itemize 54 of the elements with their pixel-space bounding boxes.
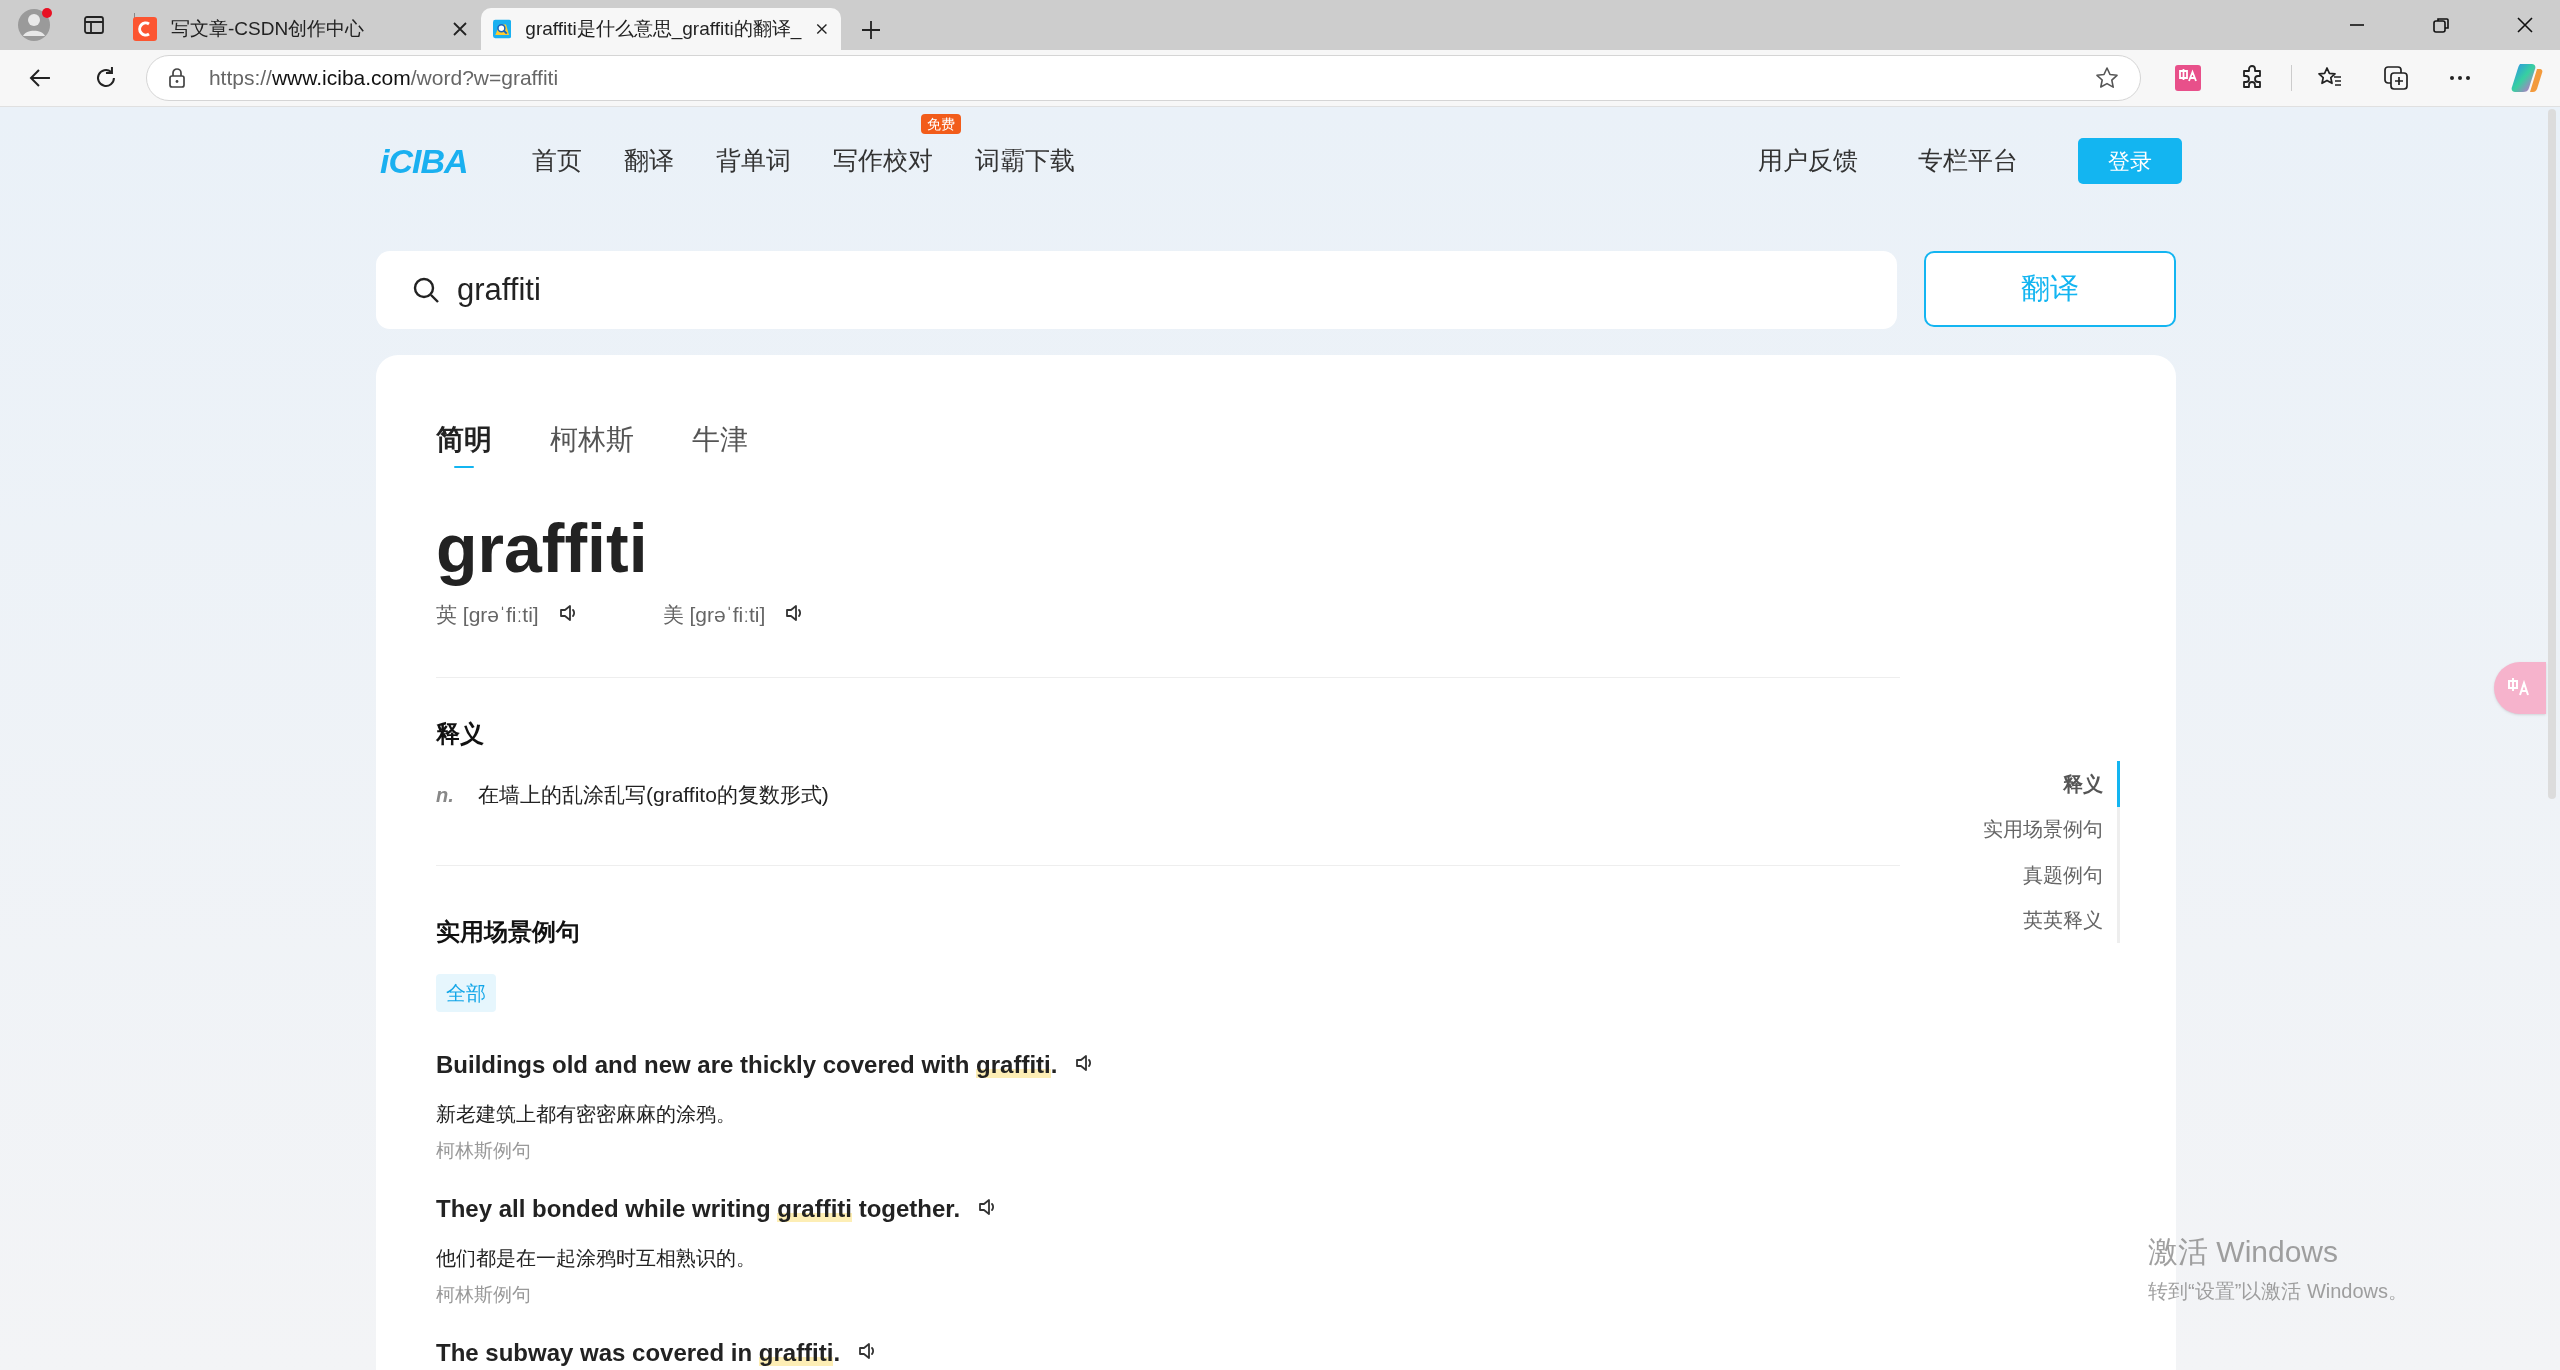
search-text: graffiti (457, 270, 541, 309)
url-text: https://www.iciba.com/word?w=graffiti (208, 65, 559, 92)
pronunciation-text: 美 [grəˈfiːti] (662, 602, 766, 629)
activation-message: 转到“设置”以激活 Windows。 (2148, 1279, 2408, 1304)
example-sentence: Buildings old and new are thickly covered with graffiti. (436, 1050, 1058, 1080)
translate-extension-icon[interactable] (2175, 65, 2201, 91)
example-sentence: The subway was covered in graffiti. (436, 1338, 841, 1368)
nav-link[interactable]: 用户反馈 (1758, 142, 1858, 180)
example-translation: 他们都是在一起涂鸦时互相熟识的。 (436, 1246, 757, 1271)
example-source: 柯林斯例句 (436, 1139, 532, 1163)
nav-link[interactable]: 词霸下载 (975, 146, 1075, 175)
nav-link[interactable]: 翻译 (624, 146, 674, 175)
close-icon[interactable] (2515, 15, 2535, 35)
definition-text: 在墙上的乱涂乱写(graffito的复数形式) (478, 782, 829, 809)
tab-title: 写文章-CSDN创作中心 (171, 16, 366, 41)
nav-link[interactable]: 背单词 (716, 146, 791, 175)
browser-tab[interactable]: 写文章-CSDN创作中心 (121, 8, 481, 50)
section-title: 释义 (436, 719, 485, 748)
search-field[interactable]: graffiti (376, 251, 1897, 329)
outline-link[interactable]: 释义 (2063, 761, 2120, 807)
close-icon[interactable] (451, 20, 469, 38)
tab-title: graffiti是什么意思_graffiti的翻译_ (525, 16, 802, 42)
dictionary-tab[interactable]: 柯林斯 (550, 422, 634, 458)
iciba-favicon-icon (493, 17, 512, 41)
example-source: 柯林斯例句 (436, 1283, 532, 1307)
outline-link[interactable]: 实用场景例句 (1983, 806, 2117, 852)
section-title: 实用场景例句 (436, 917, 581, 946)
copilot-icon[interactable] (2510, 61, 2544, 95)
csdn-favicon-icon (133, 17, 157, 41)
nav-link[interactable]: 首页 (532, 146, 582, 175)
outline-link[interactable]: 真题例句 (2023, 852, 2117, 898)
nav-link[interactable]: 专栏平台 (1918, 142, 2018, 180)
headword: graffiti (436, 509, 649, 588)
example-sentence: They all bonded while writing graffiti together. (436, 1194, 961, 1224)
browser-tab[interactable]: graffiti是什么意思_graffiti的翻译_ (481, 8, 841, 50)
pronunciation-text: 英 [grəˈfiːti] (436, 602, 539, 629)
free-badge: 免费 (921, 114, 961, 135)
part-of-speech: n. (436, 783, 455, 808)
example-translation: 新老建筑上都有密密麻麻的涂鸦。 (436, 1102, 737, 1127)
address-bar[interactable]: https://www.iciba.com/word?w=graffiti (145, 55, 2141, 101)
restore-icon[interactable] (2431, 15, 2451, 35)
star-icon[interactable] (2094, 65, 2120, 91)
nav-link[interactable]: 写作校对 (833, 146, 933, 175)
scrollbar-thumb[interactable] (2548, 109, 2556, 799)
dictionary-tab[interactable]: 简明 (436, 422, 492, 458)
activation-title: 激活 Windows (2148, 1234, 2340, 1270)
outline-link[interactable]: 英英释义 (2023, 897, 2117, 943)
lock-icon (166, 67, 187, 89)
new-tab-icon[interactable] (859, 18, 883, 42)
tab-actions-icon[interactable] (82, 13, 106, 37)
dictionary-tab[interactable]: 牛津 (692, 422, 748, 458)
search-icon (411, 275, 441, 305)
active-tab-indicator (454, 466, 474, 468)
collections-icon[interactable] (2382, 64, 2410, 92)
